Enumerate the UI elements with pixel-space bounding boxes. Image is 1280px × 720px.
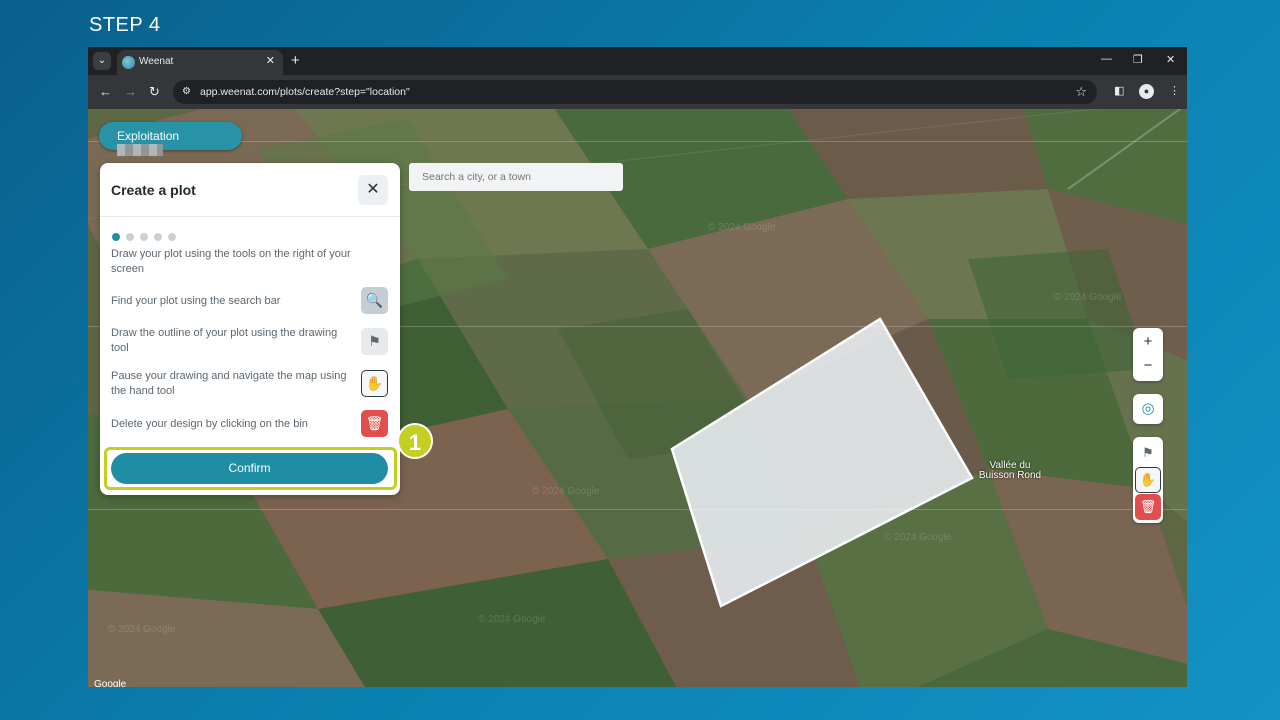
search-input[interactable] [409, 163, 623, 191]
tab-bar: ⌄ Weenat ✕ + — ❐ ✕ [88, 47, 1187, 75]
create-plot-panel: Create a plot ✕ Draw your plot using the… [100, 163, 433, 495]
map-watermark: © 2024 Google [708, 222, 776, 233]
tab-close-icon[interactable]: ✕ [266, 54, 275, 67]
back-button[interactable]: ← [99, 84, 112, 99]
side-panel-icon[interactable]: ◧ [1114, 84, 1124, 97]
restore-button[interactable]: ❐ [1133, 53, 1143, 66]
draw-tool-icon[interactable]: ⚑ [1135, 440, 1161, 466]
instruction-draw-text: Draw the outline of your plot using the … [111, 327, 338, 354]
panel-title: Create a plot [111, 182, 196, 198]
map-grid-line [88, 509, 1187, 510]
instruction-bin-text: Delete your design by clicking on the bi… [111, 418, 308, 430]
google-logo: Google [94, 679, 127, 687]
zoom-out-button[interactable]: − [1133, 353, 1163, 379]
step-title: STEP 4 [89, 14, 161, 36]
map-grid-line [88, 141, 1187, 142]
locate-icon[interactable]: ◎ [1133, 394, 1163, 424]
progress-dot [140, 233, 148, 241]
progress-dot [168, 233, 176, 241]
new-tab-button[interactable]: + [291, 52, 300, 69]
browser-tab[interactable]: Weenat ✕ [117, 50, 283, 75]
trash-icon: 🗑 [361, 410, 388, 437]
url-text[interactable]: app.weenat.com/plots/create?step="locati… [200, 86, 410, 98]
map-place-label: Vallée du Buisson Rond [978, 460, 1042, 481]
hand-icon: ✋ [361, 370, 388, 397]
bin-tool-icon[interactable]: 🗑 [1135, 494, 1161, 520]
exploitation-selector[interactable]: Exploitation [99, 122, 242, 156]
browser-window: ⌄ Weenat ✕ + — ❐ ✕ ← → ↻ ⚙ app.weenat.co… [88, 47, 1187, 687]
panel-intro-text: Draw your plot using the tools on the ri… [111, 248, 351, 275]
drawing-tools: ⚑ ✋ 🗑 [1133, 437, 1163, 523]
map-watermark: © 2024 Google [884, 532, 952, 543]
tab-search-button[interactable]: ⌄ [93, 52, 111, 70]
panel-header: Create a plot ✕ [100, 163, 400, 217]
redacted-name [117, 144, 163, 156]
forward-button[interactable]: → [124, 84, 137, 99]
tab-title: Weenat [139, 56, 174, 67]
profile-icon[interactable]: ● [1139, 84, 1154, 99]
satellite-map[interactable]: © 2024 Google © 2024 Google © 2024 Googl… [88, 109, 1187, 687]
window-close-button[interactable]: ✕ [1166, 53, 1175, 66]
bookmark-star-icon[interactable]: ☆ [1075, 84, 1087, 100]
search-map-icon: 🔍 [361, 287, 388, 314]
weenat-favicon-icon [122, 56, 135, 69]
map-watermark: © 2024 Google [478, 614, 546, 625]
exploitation-label: Exploitation [117, 129, 180, 143]
map-watermark: © 2024 Google [532, 486, 600, 497]
zoom-in-button[interactable]: + [1133, 329, 1163, 355]
progress-dot [126, 233, 134, 241]
instruction-search-text: Find your plot using the search bar [111, 295, 281, 307]
reload-button[interactable]: ↻ [149, 84, 160, 100]
map-watermark: © 2024 Google [1054, 292, 1122, 303]
browser-toolbar: ← → ↻ ⚙ app.weenat.com/plots/create?step… [88, 75, 1187, 109]
callout-badge: 1 [397, 423, 433, 459]
progress-dot [154, 233, 162, 241]
hand-tool-icon[interactable]: ✋ [1135, 467, 1161, 493]
confirm-button[interactable]: Confirm [111, 453, 388, 484]
draw-polygon-icon: ⚑ [361, 328, 388, 355]
map-watermark: © 2024 Google [108, 624, 176, 635]
minimize-button[interactable]: — [1101, 53, 1112, 65]
zoom-controls: + − [1133, 328, 1163, 381]
site-info-icon[interactable]: ⚙ [182, 86, 191, 97]
instruction-hand-text: Pause your drawing and navigate the map … [111, 370, 347, 397]
address-bar[interactable]: ⚙ app.weenat.com/plots/create?step="loca… [173, 80, 1097, 104]
close-icon[interactable]: ✕ [358, 175, 388, 205]
browser-menu-icon[interactable]: ⋮ [1169, 84, 1180, 97]
progress-dot-active [112, 233, 120, 241]
step-progress-dots [112, 228, 182, 246]
